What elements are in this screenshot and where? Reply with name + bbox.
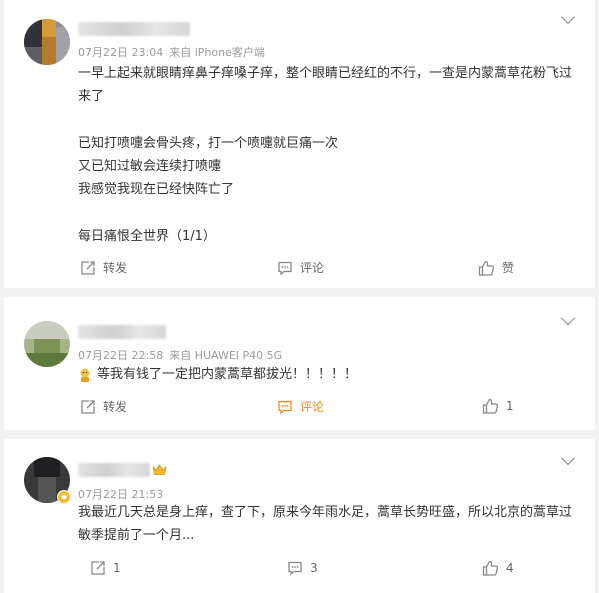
repost-label: 转发 [103, 261, 128, 275]
username-blurred[interactable] [78, 22, 190, 36]
avatar[interactable] [24, 321, 70, 367]
like-count: 4 [506, 561, 514, 575]
comment-count: 3 [310, 561, 318, 575]
text-line: 我最近几天总是身上痒，查了下，原来今年雨水足，蒿草长势旺盛，所以北京的蒿草过 [78, 505, 573, 520]
comment-label: 评论 [300, 400, 325, 414]
repost-icon [91, 561, 105, 575]
text-line: 敏季提前了一个月... [78, 528, 195, 543]
text-line: 一早上起来就眼睛痒鼻子痒嗓子痒，整个眼睛已经红的不行，一查是内蒙蒿草花粉飞过 [78, 66, 573, 81]
text-line: 又已知过敏会连续打喷嚏 [78, 159, 222, 174]
chevron-down-icon[interactable] [560, 310, 576, 326]
text-line: 我感觉我现在已经快阵亡了 [78, 182, 235, 197]
repost-count: 1 [113, 561, 121, 575]
comment-time: 07月22日 23:04 [78, 46, 164, 59]
comment-card: 07月22日 22:58 来自 HUAWEI P40 5G 等我有钱了一定把内蒙蒿… [4, 297, 595, 430]
thumbs-up-icon [482, 398, 499, 414]
action-bar: 转发 评论 1 [4, 398, 595, 420]
comment-meta: 07月22日 21:53 [78, 486, 163, 502]
repost-button[interactable]: 转发 [80, 259, 127, 276]
text-line: 来了 [78, 89, 105, 104]
comment-source: 来自 HUAWEI P40 5G [169, 349, 283, 362]
comment-label: 评论 [300, 261, 325, 275]
comment-meta: 07月22日 22:58 来自 HUAWEI P40 5G [78, 347, 282, 363]
like-button[interactable]: 赞 [478, 259, 514, 276]
comment-button[interactable]: 3 [287, 560, 318, 576]
comment-card: 07月22日 23:04 来自 iPhone客户端 一早上起来就眼睛痒鼻子痒嗓子痒… [4, 0, 595, 288]
chevron-down-icon[interactable] [560, 450, 576, 466]
action-bar: 转发 评论 赞 [4, 259, 595, 281]
comment-icon [278, 261, 292, 275]
comment-icon [278, 400, 292, 414]
like-label: 赞 [502, 261, 515, 275]
comment-source: 来自 iPhone客户端 [169, 46, 265, 59]
comment-time: 07月22日 21:53 [78, 488, 164, 501]
like-button[interactable]: 4 [482, 560, 514, 576]
comment-icon [288, 561, 302, 576]
text-line: 每日痛恨全世界（1/1） [78, 229, 216, 244]
comment-text: 一早上起来就眼睛痒鼻子痒嗓子痒，整个眼睛已经红的不行，一查是内蒙蒿草花粉飞过 来… [78, 62, 586, 248]
text-line: 等我有钱了一定把内蒙蒿草都拔光！！！！！ [97, 367, 358, 382]
action-bar: 1 3 4 [4, 560, 595, 582]
repost-icon [81, 260, 95, 275]
text-line: 已知打喷嚏会骨头疼，打一个喷嚏就巨痛一次 [78, 136, 339, 151]
username-blurred[interactable] [78, 463, 150, 477]
repost-button[interactable]: 1 [90, 560, 121, 576]
verified-icon [57, 490, 71, 504]
crown-badge-icon [152, 464, 167, 475]
repost-label: 转发 [103, 400, 128, 414]
like-button[interactable]: 1 [482, 398, 514, 414]
emoji-icon [80, 368, 90, 382]
comment-text: 我最近几天总是身上痒，查了下，原来今年雨水足，蒿草长势旺盛，所以北京的蒿草过 敏… [78, 501, 586, 547]
comment-card: 07月22日 21:53 我最近几天总是身上痒，查了下，原来今年雨水足，蒿草长势… [4, 439, 595, 593]
comment-text: 等我有钱了一定把内蒙蒿草都拔光！！！！！ [78, 363, 586, 386]
chevron-down-icon[interactable] [560, 9, 576, 25]
thumbs-up-icon [482, 560, 499, 576]
repost-button[interactable]: 转发 [80, 398, 127, 415]
avatar[interactable] [24, 19, 70, 65]
comment-button[interactable]: 评论 [277, 398, 324, 415]
username-blurred[interactable] [78, 325, 166, 339]
comment-button[interactable]: 评论 [277, 259, 324, 276]
repost-icon [81, 399, 95, 414]
like-count: 1 [506, 399, 514, 413]
thumbs-up-icon [478, 260, 495, 276]
comment-meta: 07月22日 23:04 来自 iPhone客户端 [78, 44, 265, 60]
comment-time: 07月22日 22:58 [78, 349, 164, 362]
